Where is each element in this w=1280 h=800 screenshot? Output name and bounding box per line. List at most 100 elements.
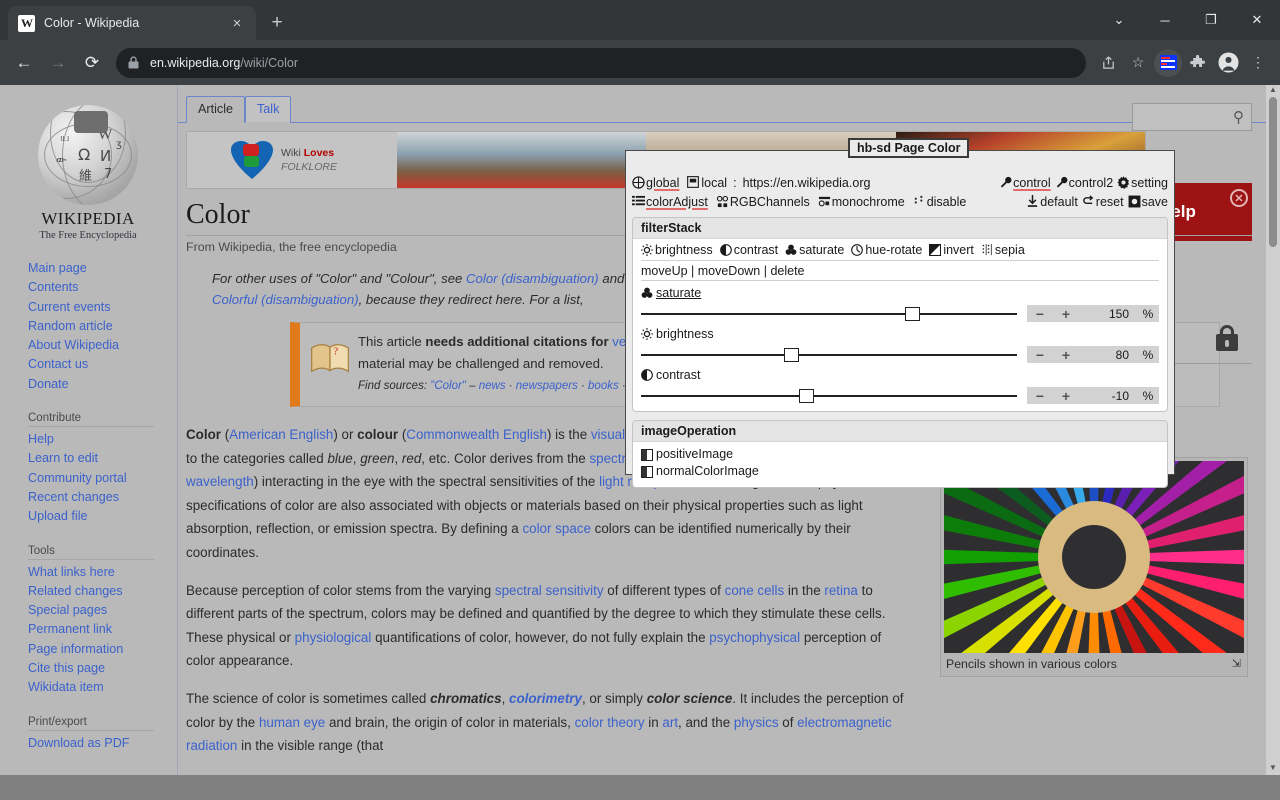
brightness-increment-button[interactable]: + xyxy=(1053,347,1079,363)
monochrome-label: monochrome xyxy=(831,194,905,209)
saturate-increment-button[interactable]: + xyxy=(1053,306,1079,322)
browser-menu-icon[interactable]: ⋮ xyxy=(1244,49,1272,77)
default-button[interactable]: default xyxy=(1026,195,1078,209)
brightness-decrement-button[interactable]: − xyxy=(1027,347,1053,363)
new-tab-button[interactable]: + xyxy=(262,8,292,38)
saturate-decrement-button[interactable]: − xyxy=(1027,306,1053,322)
scroll-up-arrow-icon[interactable]: ▲ xyxy=(1266,85,1280,97)
sidebar-link-donate[interactable]: Donate xyxy=(28,375,176,394)
slider-saturate: saturate − + 150 % xyxy=(641,281,1159,322)
global-button[interactable]: global xyxy=(632,176,679,190)
slider-brightness-label-row[interactable]: brightness xyxy=(641,327,1159,341)
filter-contrast-button[interactable]: contrast xyxy=(719,243,778,257)
contrast-decrement-button[interactable]: − xyxy=(1027,388,1053,404)
forward-icon[interactable]: → xyxy=(42,47,74,79)
sidebar-link-contact-us[interactable]: Contact us xyxy=(28,355,176,374)
rgb-channels-button[interactable]: RGBChannels xyxy=(716,195,810,209)
monochrome-button[interactable]: monochrome xyxy=(818,195,905,209)
slider-brightness-track[interactable] xyxy=(641,347,1017,362)
filter-sepia-button[interactable]: sepia xyxy=(981,243,1025,257)
control2-button[interactable]: control2 xyxy=(1055,176,1113,190)
reset-button[interactable]: reset xyxy=(1082,195,1124,209)
address-bar[interactable]: en.wikipedia.org/wiki/Color xyxy=(116,47,1086,78)
sidebar-link-help[interactable]: Help xyxy=(28,430,176,449)
control-button[interactable]: control xyxy=(999,176,1051,190)
page-color-extension-icon[interactable] xyxy=(1154,48,1182,77)
sidebar-link-permanent-link[interactable]: Permanent link xyxy=(28,620,176,639)
browser-toolbar: ← → ⟳ en.wikipedia.org/wiki/Color ☆ ⋮ xyxy=(0,40,1280,85)
sidebar-link-about-wikipedia[interactable]: About Wikipedia xyxy=(28,336,176,355)
window-controls: ⌄ ─ ❐ ✕ xyxy=(1096,0,1280,40)
filter-invert-button[interactable]: invert xyxy=(929,243,974,257)
color-adjust-button[interactable]: colorAdjust xyxy=(632,195,708,209)
save-button[interactable]: save xyxy=(1128,195,1168,209)
find-link-newspapers[interactable]: newspapers xyxy=(516,380,578,392)
tab-talk[interactable]: Talk xyxy=(245,96,292,123)
browser-tab[interactable]: W Color - Wikipedia × xyxy=(8,6,256,40)
back-icon[interactable]: ← xyxy=(8,47,40,79)
sidebar-link-cite-this-page[interactable]: Cite this page xyxy=(28,659,176,678)
search-icon: ⚲ xyxy=(1233,109,1244,126)
hatnote-link-1[interactable]: Color (disambiguation) xyxy=(466,271,599,286)
find-sources-query[interactable]: "Color" xyxy=(430,380,466,392)
sidebar-group-navigation: Main page Contents Current events Random… xyxy=(0,259,176,394)
sidebar-link-download-as-pdf[interactable]: Download as PDF xyxy=(28,734,176,753)
url-path: /wiki/Color xyxy=(240,55,298,70)
sidebar-link-upload-file[interactable]: Upload file xyxy=(28,507,176,526)
colored-pencils-image[interactable] xyxy=(944,461,1244,653)
positive-image-option[interactable]: positiveImage xyxy=(641,446,1159,463)
scroll-down-arrow-icon[interactable]: ▼ xyxy=(1266,763,1280,775)
extensions-puzzle-icon[interactable] xyxy=(1184,49,1212,77)
minimize-icon[interactable]: ─ xyxy=(1142,0,1188,40)
slider-saturate-track[interactable] xyxy=(641,306,1017,321)
sidebar-link-wikidata-item[interactable]: Wikidata item xyxy=(28,678,176,697)
local-button[interactable]: local xyxy=(687,176,727,190)
sidebar-link-what-links-here[interactable]: What links here xyxy=(28,563,176,582)
share-icon[interactable] xyxy=(1094,49,1122,77)
sidebar-link-community-portal[interactable]: Community portal xyxy=(28,469,176,488)
sidebar-link-recent-changes[interactable]: Recent changes xyxy=(28,488,176,507)
contrast-increment-button[interactable]: + xyxy=(1053,388,1079,404)
scrollbar-thumb[interactable] xyxy=(1269,97,1277,247)
image-operation-body: positiveImage normalColorImage xyxy=(633,442,1167,487)
sidebar-link-special-pages[interactable]: Special pages xyxy=(28,601,176,620)
slider-contrast-knob[interactable] xyxy=(799,388,815,403)
page-scrollbar[interactable]: ▲ ▼ xyxy=(1266,85,1280,775)
filter-hue-rotate-button[interactable]: hue-rotate xyxy=(851,243,922,257)
close-tab-icon[interactable]: × xyxy=(228,16,246,31)
slider-contrast-label-row[interactable]: contrast xyxy=(641,368,1159,382)
sidebar-link-related-changes[interactable]: Related changes xyxy=(28,582,176,601)
maximize-icon[interactable]: ❐ xyxy=(1188,0,1234,40)
filter-move-links[interactable]: moveUp | moveDown | delete xyxy=(641,261,1159,281)
download-icon xyxy=(1026,195,1039,208)
sidebar-link-current-events[interactable]: Current events xyxy=(28,298,176,317)
filter-brightness-button[interactable]: brightness xyxy=(641,243,713,257)
filter-saturate-button[interactable]: saturate xyxy=(785,243,844,257)
save-label: save xyxy=(1141,194,1168,209)
sidebar-link-page-information[interactable]: Page information xyxy=(28,640,176,659)
wikipedia-logo[interactable]: Ω W И 維 7 ய ው ʒ WIKIPEDIA The Free Encyc… xyxy=(36,105,140,241)
find-link-books[interactable]: books xyxy=(588,380,619,392)
bookmark-star-icon[interactable]: ☆ xyxy=(1124,49,1152,77)
setting-button[interactable]: setting xyxy=(1117,176,1168,190)
normal-color-image-option[interactable]: normalColorImage xyxy=(641,463,1159,480)
disable-button[interactable]: disable xyxy=(913,195,966,209)
contrast-unit: % xyxy=(1142,388,1154,403)
slider-saturate-knob[interactable] xyxy=(904,306,920,321)
find-link-news[interactable]: news xyxy=(479,380,506,392)
hatnote-link-2[interactable]: Colorful (disambiguation) xyxy=(212,292,359,307)
sidebar-link-random-article[interactable]: Random article xyxy=(28,317,176,336)
slider-contrast-track[interactable] xyxy=(641,388,1017,403)
sidebar-link-learn-to-edit[interactable]: Learn to edit xyxy=(28,449,176,468)
slider-brightness-knob[interactable] xyxy=(784,347,800,362)
search-input[interactable]: ⚲ xyxy=(1132,103,1252,131)
sidebar-link-contents[interactable]: Contents xyxy=(28,278,176,297)
reload-icon[interactable]: ⟳ xyxy=(76,47,108,79)
tab-article[interactable]: Article xyxy=(186,96,245,123)
sidebar-link-main-page[interactable]: Main page xyxy=(28,259,176,278)
close-window-icon[interactable]: ✕ xyxy=(1234,0,1280,40)
expand-icon[interactable]: ⇲ xyxy=(1232,657,1241,670)
profile-avatar[interactable] xyxy=(1214,49,1242,77)
slider-saturate-label-row[interactable]: saturate xyxy=(641,286,1159,300)
tab-search-chevron-icon[interactable]: ⌄ xyxy=(1096,0,1142,40)
